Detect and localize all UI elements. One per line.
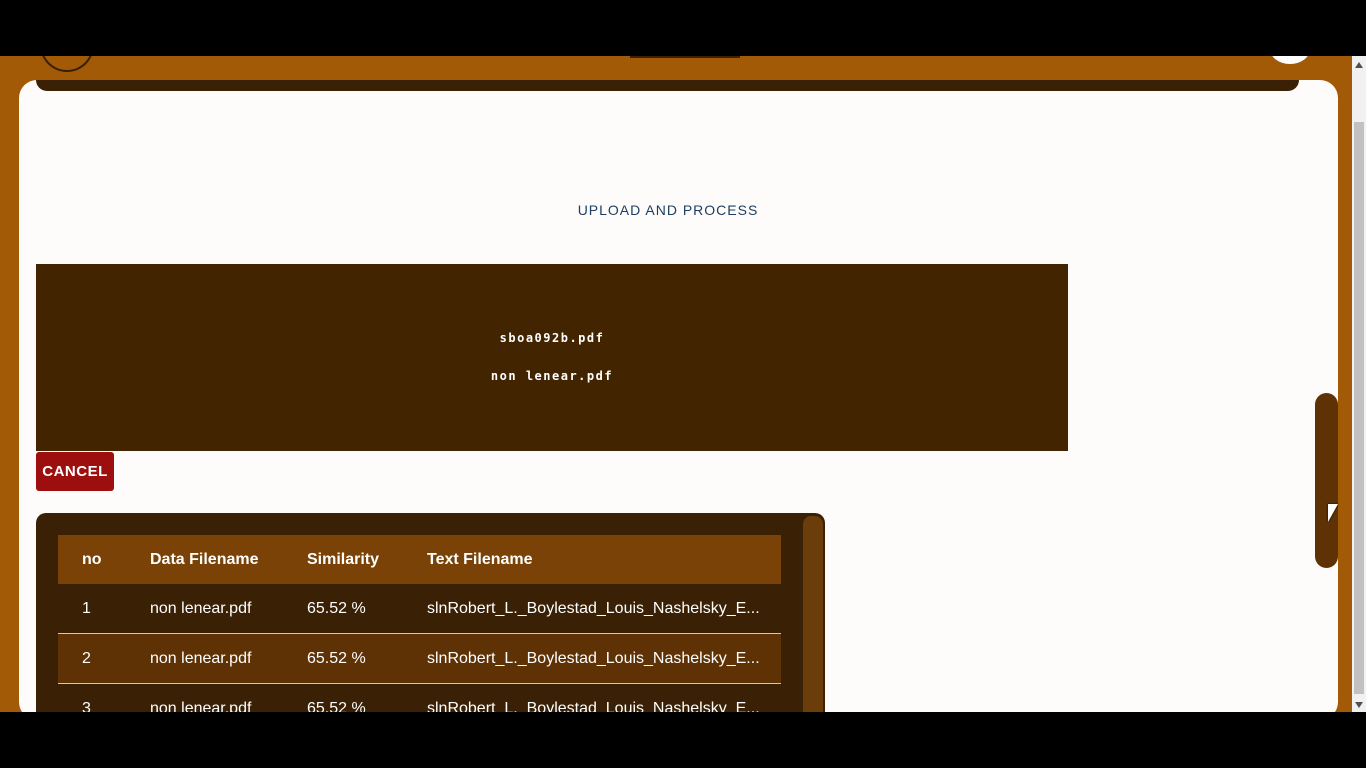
cell-text-filename: slnRobert_L._Boylestad_Louis_Nashelsky_E… [427,633,781,684]
uploaded-file-name: sboa092b.pdf [499,331,605,345]
table-row[interactable]: 2 non lenear.pdf 65.52 % slnRobert_L._Bo… [58,633,781,684]
column-header-text-filename[interactable]: Text Filename [427,535,781,584]
cell-no: 3 [58,683,150,712]
cell-no: 1 [58,584,150,634]
upload-dropzone[interactable]: sboa092b.pdf non lenear.pdf [36,264,1068,451]
arrow-down-icon[interactable] [1355,702,1363,708]
nav-bar [36,80,1299,91]
cell-data-filename: non lenear.pdf [150,683,307,712]
results-panel: no Data Filename Similarity Text Filenam… [36,513,825,712]
panel-scrollbar[interactable] [803,516,823,712]
cancel-button[interactable]: CANCEL [36,452,114,491]
page-viewport: UPLOAD AND PROCESS sboa092b.pdf non lene… [0,56,1352,712]
cell-similarity: 65.52 % [307,683,427,712]
cell-similarity: 65.52 % [307,633,427,684]
page-scrollbar-thumb[interactable] [1354,122,1364,694]
column-header-similarity[interactable]: Similarity [307,535,427,584]
avatar[interactable] [1270,56,1310,64]
cell-no: 2 [58,633,150,684]
column-header-data-filename[interactable]: Data Filename [150,535,307,584]
mouse-pointer-icon [1328,504,1338,522]
cell-text-filename: slnRobert_L._Boylestad_Louis_Nashelsky_E… [427,584,781,634]
table-row[interactable]: 1 non lenear.pdf 65.52 % slnRobert_L._Bo… [58,584,781,634]
results-table: no Data Filename Similarity Text Filenam… [58,535,781,712]
arrow-up-icon[interactable] [1355,62,1363,68]
page-title: UPLOAD AND PROCESS [577,202,759,218]
header-divider [630,56,740,58]
cell-similarity: 65.52 % [307,584,427,634]
cell-text-filename: slnRobert_L._Boylestad_Louis_Nashelsky_E… [427,683,781,712]
column-header-no[interactable]: no [58,535,150,584]
logo-icon[interactable] [40,56,94,72]
custom-scrollbar-thumb[interactable] [1315,393,1338,568]
cell-data-filename: non lenear.pdf [150,633,307,684]
table-row[interactable]: 3 non lenear.pdf 65.52 % slnRobert_L._Bo… [58,683,781,712]
uploaded-file-name: non lenear.pdf [490,369,614,383]
table-header-row: no Data Filename Similarity Text Filenam… [58,535,781,584]
cell-data-filename: non lenear.pdf [150,584,307,634]
